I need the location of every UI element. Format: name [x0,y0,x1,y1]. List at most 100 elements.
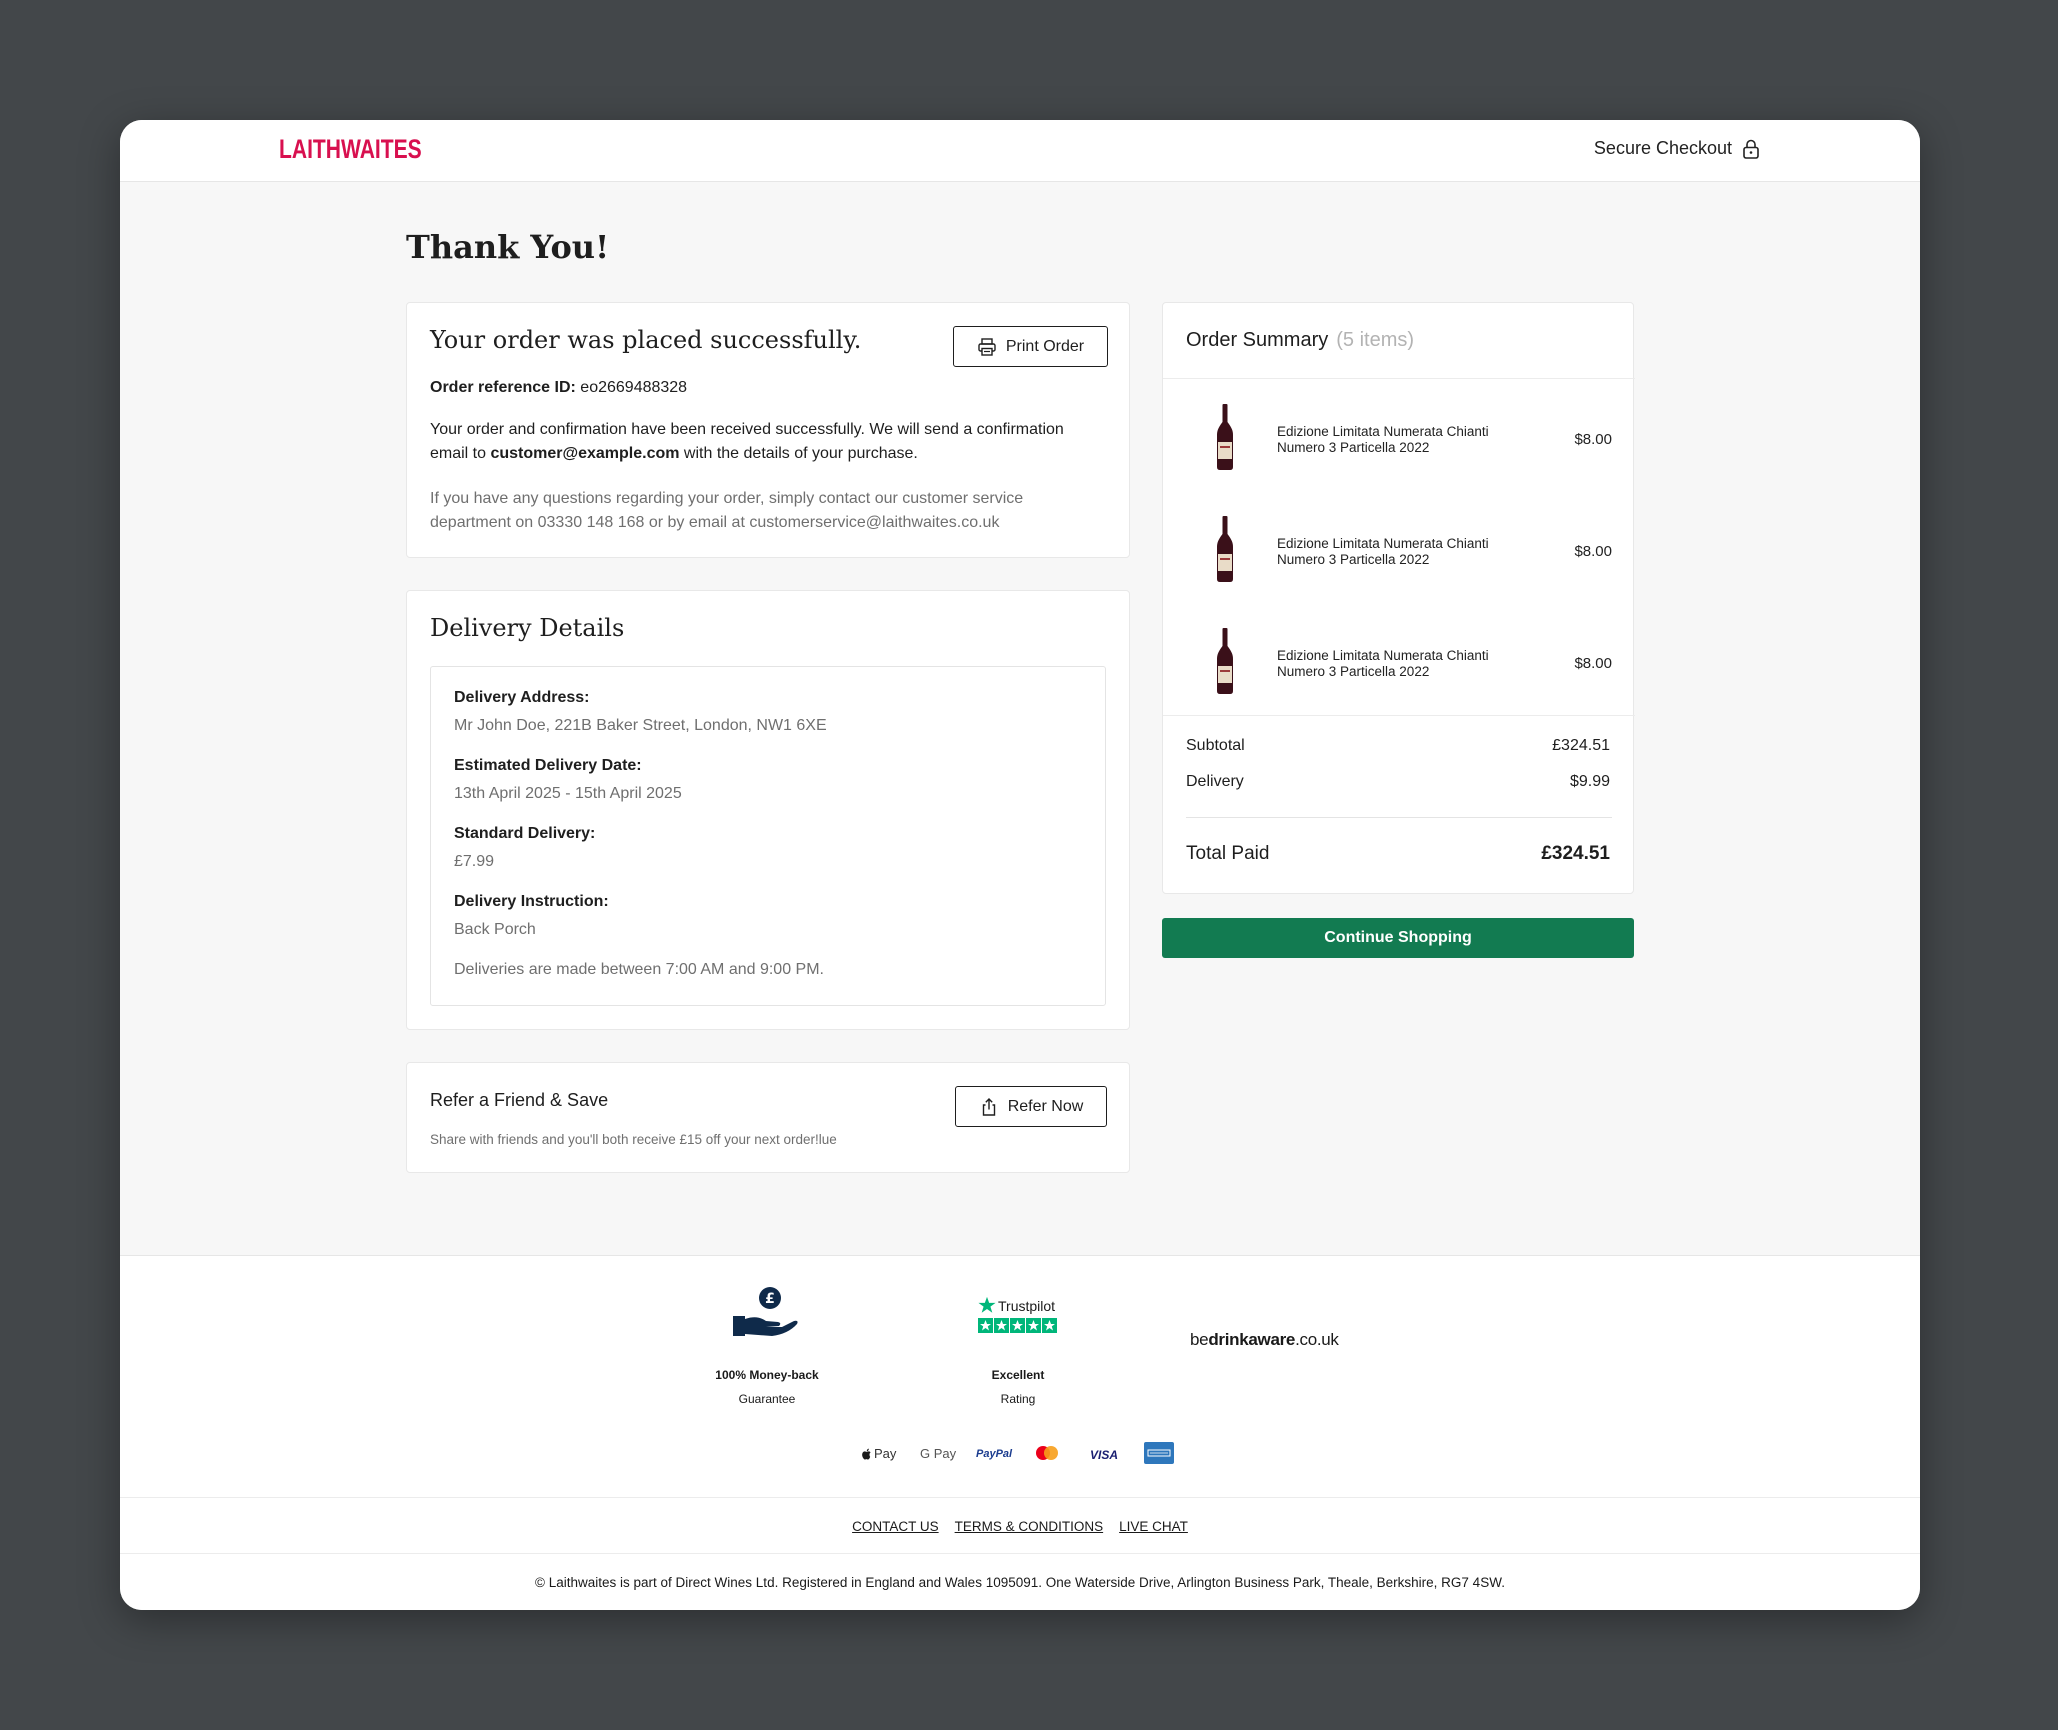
apple-pay-label: Pay [874,1446,897,1461]
order-reference-value: eo2669488328 [580,379,688,396]
delivery-heading: Delivery Details [430,614,625,642]
total-row: Total Paid £324.51 [1186,843,1610,865]
order-item-price: $8.00 [1574,655,1612,672]
order-item-name: Edizione Limitata Numerata Chianti Numer… [1277,648,1517,680]
delivery-date-value: 13th April 2025 - 15th April 2025 [454,785,682,802]
help-line-1: If you have any questions regarding your… [430,490,1024,507]
order-item-price: $8.00 [1574,543,1612,560]
item-count: (5 items) [1336,329,1415,351]
delivery-details-card: Delivery Details Delivery Address: Mr Jo… [406,590,1130,1030]
amex-icon [1144,1442,1174,1464]
msg-prefix: email to [430,445,491,462]
apple-pay-icon: Pay [862,1446,896,1461]
site-footer: £ 100% Money-back Guarantee Trustpilot E… [120,1255,1920,1610]
money-back-caption-2: Guarantee [738,1392,796,1406]
continue-shopping-button[interactable]: Continue Shopping [1162,918,1634,958]
order-reference-label: Order reference ID: [430,379,576,396]
trustpilot-badge[interactable]: Trustpilot [978,1296,1062,1340]
paypal-icon: PayPal [976,1448,1012,1460]
visa-icon: VISA [1090,1448,1118,1462]
visa-label: VISA [1090,1448,1119,1462]
order-item[interactable]: Edizione Limitata Numerata Chianti Numer… [1163,622,1635,710]
footer-links: CONTACT US TERMS & CONDITIONS LIVE CHAT [120,1519,1920,1534]
footer-divider-2 [120,1553,1920,1554]
trustpilot-caption: Excellent [991,1368,1045,1382]
trustpilot-caption-2: Rating [1000,1392,1036,1406]
item-name-line2: Numero 3 Particella 2022 [1277,664,1430,679]
refer-note: Share with friends and you'll both recei… [430,1132,837,1147]
wine-bottle-icon [1217,404,1233,470]
order-item[interactable]: Edizione Limitata Numerata Chianti Numer… [1163,510,1635,598]
item-name-line2: Numero 3 Particella 2022 [1277,552,1430,567]
google-pay-icon: G Pay [920,1446,956,1461]
trustpilot-stars-icon [978,1318,1057,1333]
summary-divider-mid [1163,715,1635,716]
live-chat-link[interactable]: LIVE CHAT [1119,1519,1188,1534]
order-item-name: Edizione Limitata Numerata Chianti Numer… [1277,424,1517,456]
order-summary-card: Order Summary (5 items) Edizione Limitata… [1162,302,1635,894]
help-text: If you have any questions regarding your… [430,487,1110,535]
item-name-line2: Numero 3 Particella 2022 [1277,440,1430,455]
delivery-row: Delivery $9.99 [1186,773,1610,791]
standard-delivery-label: Standard Delivery: [454,825,596,842]
laithwaites-logo[interactable]: LAITHWAITES [279,134,422,165]
order-summary-title: Order Summary (5 items) [1186,329,1414,352]
delivery-instruction-label: Delivery Instruction: [454,893,609,910]
msg-suffix: with the details of your purchase. [679,445,918,462]
trustpilot-name: Trustpilot [998,1298,1056,1314]
money-back-hand-icon: £ [733,1287,798,1336]
subtotal-value: £324.51 [1552,737,1610,754]
secure-checkout-label: Secure Checkout [1593,138,1732,158]
paypal-label: PayPal [976,1448,1013,1460]
item-name-line1: Edizione Limitata Numerata Chianti [1277,424,1489,439]
wine-bottle-icon [1217,628,1233,694]
trustpilot-star-icon [978,1296,996,1313]
item-name-line1: Edizione Limitata Numerata Chianti [1277,648,1489,663]
confirmation-message-line2: email to customer@example.com with the d… [430,442,1110,466]
order-summary-label: Order Summary [1186,329,1329,351]
lock-icon [1743,139,1759,159]
summary-divider-top [1163,378,1635,379]
print-order-label: Print Order [1005,337,1085,355]
contact-us-link[interactable]: CONTACT US [852,1519,939,1534]
drinkaware-prefix: be [1190,1330,1209,1349]
order-confirmation-card: Your order was placed successfully. Prin… [406,302,1130,558]
summary-divider-bottom [1186,817,1612,818]
delivery-cost-label: Delivery [1186,773,1244,790]
standard-delivery-value: £7.99 [454,853,495,870]
drinkaware-bold: drinkaware [1208,1330,1296,1349]
drinkaware-logo[interactable]: bedrinkaware.co.uk [1190,1330,1339,1350]
footer-divider-1 [120,1497,1920,1498]
confirmation-message: Your order and confirmation have been re… [430,418,1110,466]
delivery-cost-value: $9.99 [1569,773,1610,790]
browser-window: LAITHWAITES Secure Checkout Thank You! Y… [120,120,1920,1610]
subtotal-label: Subtotal [1186,737,1245,754]
delivery-address-label: Delivery Address: [454,689,590,706]
order-item[interactable]: Edizione Limitata Numerata Chianti Numer… [1163,398,1635,486]
subtotal-row: Subtotal £324.51 [1186,737,1610,755]
site-header: LAITHWAITES Secure Checkout [120,120,1920,182]
total-label: Total Paid [1186,843,1270,864]
delivery-address-value: Mr John Doe, 221B Baker Street, London, … [454,717,827,734]
page-title: Thank You! [406,228,610,266]
refer-heading: Refer a Friend & Save [430,1090,609,1110]
share-icon [982,1097,995,1116]
delivery-date-label: Estimated Delivery Date: [454,757,642,774]
confirmation-message-line1: Your order and confirmation have been re… [430,421,1064,438]
print-order-button[interactable]: Print Order [953,326,1108,367]
customer-email: customer@example.com [490,445,680,462]
total-value: £324.51 [1541,843,1610,864]
refer-now-label: Refer Now [1007,1097,1084,1115]
order-reference: Order reference ID: eo2669488328 [430,376,687,400]
item-name-line1: Edizione Limitata Numerata Chianti [1277,536,1489,551]
confirmation-heading: Your order was placed successfully. [430,326,862,354]
order-item-price: $8.00 [1574,431,1612,448]
refer-now-button[interactable]: Refer Now [955,1086,1107,1127]
delivery-hours-note: Deliveries are made between 7:00 AM and … [454,961,824,978]
mastercard-icon [1036,1446,1058,1460]
google-pay-label: G Pay [920,1446,957,1461]
drinkaware-suffix: .co.uk [1295,1330,1339,1349]
money-back-caption: 100% Money-back [715,1368,819,1382]
legal-text: © Laithwaites is part of Direct Wines Lt… [535,1575,1505,1590]
terms-link[interactable]: TERMS & CONDITIONS [955,1519,1104,1534]
